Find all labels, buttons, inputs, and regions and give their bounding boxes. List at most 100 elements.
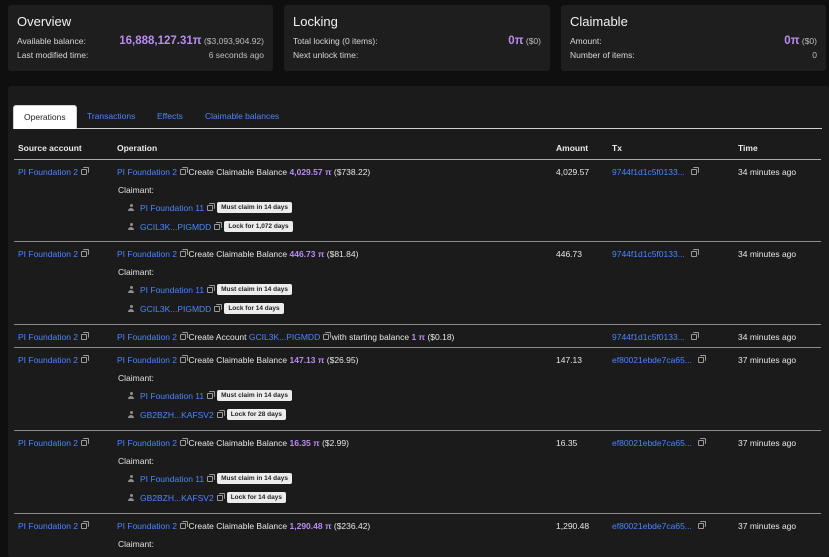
- source-account-link[interactable]: PI Foundation 2: [18, 438, 78, 448]
- operation-amount: 16.35 π: [289, 438, 320, 448]
- copy-icon[interactable]: [690, 334, 697, 340]
- tx-hash-link[interactable]: ef80021ebde7ca65...: [612, 521, 692, 531]
- table-row: PI Foundation 2 PI Foundation 2 Create Ac…: [14, 325, 821, 348]
- operation-account-link[interactable]: GCIL3K...PIGMDD: [249, 332, 320, 342]
- copy-icon[interactable]: [207, 286, 214, 293]
- copy-icon[interactable]: [216, 494, 223, 501]
- copy-icon[interactable]: [697, 357, 704, 363]
- available-balance-label: Available balance:: [17, 36, 86, 46]
- copy-icon[interactable]: [180, 523, 187, 529]
- tx-hash-link[interactable]: ef80021ebde7ca65...: [612, 355, 692, 365]
- tab-claimable-balances[interactable]: Claimable balances: [205, 105, 279, 128]
- copy-icon[interactable]: [214, 223, 221, 230]
- amount-cell: 446.73: [556, 249, 582, 259]
- operation-source-link[interactable]: PI Foundation 2: [117, 521, 177, 531]
- claimant-link[interactable]: PI Foundation 11: [140, 474, 204, 484]
- claimant-link[interactable]: GB2BZH...KAFSV2: [140, 493, 214, 503]
- operation-source-link[interactable]: PI Foundation 2: [117, 167, 177, 177]
- tx-hash-link[interactable]: ef80021ebde7ca65...: [612, 438, 692, 448]
- copy-icon[interactable]: [180, 440, 187, 446]
- claimant-link[interactable]: GB2BZH...KAFSV2: [140, 410, 214, 420]
- operation-text: Create Claimable Balance: [188, 521, 288, 531]
- claimant-link[interactable]: GCIL3K...PIGMDD: [140, 222, 211, 232]
- source-account-cell: PI Foundation 2: [18, 332, 88, 342]
- operation-usd: ($81.84): [326, 249, 359, 259]
- source-account-link[interactable]: PI Foundation 2: [18, 167, 78, 177]
- number-of-items-label: Number of items:: [570, 50, 635, 60]
- overview-card: Overview Available balance: 16,888,127.3…: [8, 5, 273, 71]
- tx-hash-link[interactable]: 9744f1d1c5f0133...: [612, 249, 685, 259]
- copy-icon[interactable]: [207, 204, 214, 211]
- operation-source-link[interactable]: PI Foundation 2: [117, 355, 177, 365]
- source-account-link[interactable]: PI Foundation 2: [18, 332, 78, 342]
- copy-icon[interactable]: [216, 411, 223, 418]
- user-icon: [128, 286, 134, 293]
- operation-cell: PI Foundation 2 Create Claimable Balance…: [117, 521, 370, 531]
- claimable-card: Claimable Amount: 0π ($0) Number of item…: [561, 5, 826, 71]
- number-of-items-value: 0: [812, 50, 817, 60]
- copy-icon[interactable]: [81, 251, 88, 257]
- activity-panel: Operations Transactions Effects Claimabl…: [8, 86, 829, 557]
- copy-icon[interactable]: [690, 251, 697, 257]
- tx-cell: ef80021ebde7ca65...: [612, 355, 704, 365]
- copy-icon[interactable]: [207, 392, 214, 399]
- copy-icon[interactable]: [180, 334, 187, 340]
- copy-icon[interactable]: [81, 357, 88, 363]
- claim-condition-badge: Lock for 1,072 days: [224, 221, 293, 232]
- source-account-link[interactable]: PI Foundation 2: [18, 521, 78, 531]
- claimant-link[interactable]: PI Foundation 11: [140, 285, 204, 295]
- claimant-link[interactable]: PI Foundation 11: [140, 391, 204, 401]
- next-unlock-label: Next unlock time:: [293, 50, 359, 60]
- copy-icon[interactable]: [180, 357, 187, 363]
- copy-icon[interactable]: [81, 334, 88, 340]
- tab-effects[interactable]: Effects: [157, 105, 183, 128]
- operation-usd: ($236.42): [333, 521, 371, 531]
- time-cell: 34 minutes ago: [738, 332, 797, 342]
- claimable-title: Claimable: [570, 14, 628, 29]
- copy-icon[interactable]: [697, 440, 704, 446]
- time-cell: 37 minutes ago: [738, 355, 797, 365]
- source-account-link[interactable]: PI Foundation 2: [18, 249, 78, 259]
- copy-icon[interactable]: [180, 251, 187, 257]
- copy-icon[interactable]: [180, 169, 187, 175]
- operation-source-link[interactable]: PI Foundation 2: [117, 249, 177, 259]
- claimant-item: PI Foundation 11 Must claim in 14 days: [128, 284, 292, 295]
- operation-text: Create Claimable Balance: [188, 249, 288, 259]
- operation-source-link[interactable]: PI Foundation 2: [117, 332, 177, 342]
- available-balance-row: Available balance: 16,888,127.31π ($3,09…: [17, 35, 264, 50]
- claimant-link[interactable]: PI Foundation 11: [140, 203, 204, 213]
- source-account-cell: PI Foundation 2: [18, 521, 88, 531]
- source-account-link[interactable]: PI Foundation 2: [18, 355, 78, 365]
- source-account-cell: PI Foundation 2: [18, 249, 88, 259]
- claimant-label: Claimant:: [118, 185, 154, 195]
- claimant-item: GCIL3K...PIGMDD Lock for 14 days: [128, 303, 284, 314]
- copy-icon[interactable]: [81, 523, 88, 529]
- tab-transactions[interactable]: Transactions: [87, 105, 135, 128]
- claim-condition-badge: Lock for 14 days: [224, 303, 284, 314]
- tx-hash-link[interactable]: 9744f1d1c5f0133...: [612, 167, 685, 177]
- tx-hash-link[interactable]: 9744f1d1c5f0133...: [612, 332, 685, 342]
- copy-icon[interactable]: [697, 523, 704, 529]
- user-icon: [128, 494, 134, 501]
- copy-icon[interactable]: [690, 169, 697, 175]
- copy-icon[interactable]: [323, 334, 330, 340]
- copy-icon[interactable]: [81, 440, 88, 446]
- tab-operations[interactable]: Operations: [13, 105, 77, 129]
- operation-source-link[interactable]: PI Foundation 2: [117, 438, 177, 448]
- tx-cell: ef80021ebde7ca65...: [612, 521, 704, 531]
- claimant-link[interactable]: GCIL3K...PIGMDD: [140, 304, 211, 314]
- last-modified-value: 6 seconds ago: [208, 50, 264, 60]
- operation-cell: PI Foundation 2 Create Claimable Balance…: [117, 249, 358, 259]
- user-icon: [128, 475, 134, 482]
- copy-icon[interactable]: [214, 305, 221, 312]
- operation-cell: PI Foundation 2 Create Claimable Balance…: [117, 355, 358, 365]
- operation-text-2: with starting balance: [331, 332, 410, 342]
- time-cell: 37 minutes ago: [738, 438, 797, 448]
- operation-amount: 147.13 π: [289, 355, 325, 365]
- tx-cell: ef80021ebde7ca65...: [612, 438, 704, 448]
- copy-icon[interactable]: [81, 169, 88, 175]
- source-account-cell: PI Foundation 2: [18, 355, 88, 365]
- claim-condition-badge: Must claim in 14 days: [217, 390, 292, 401]
- copy-icon[interactable]: [207, 475, 214, 482]
- table-row: PI Foundation 2 PI Foundation 2 Create Cl…: [14, 431, 821, 514]
